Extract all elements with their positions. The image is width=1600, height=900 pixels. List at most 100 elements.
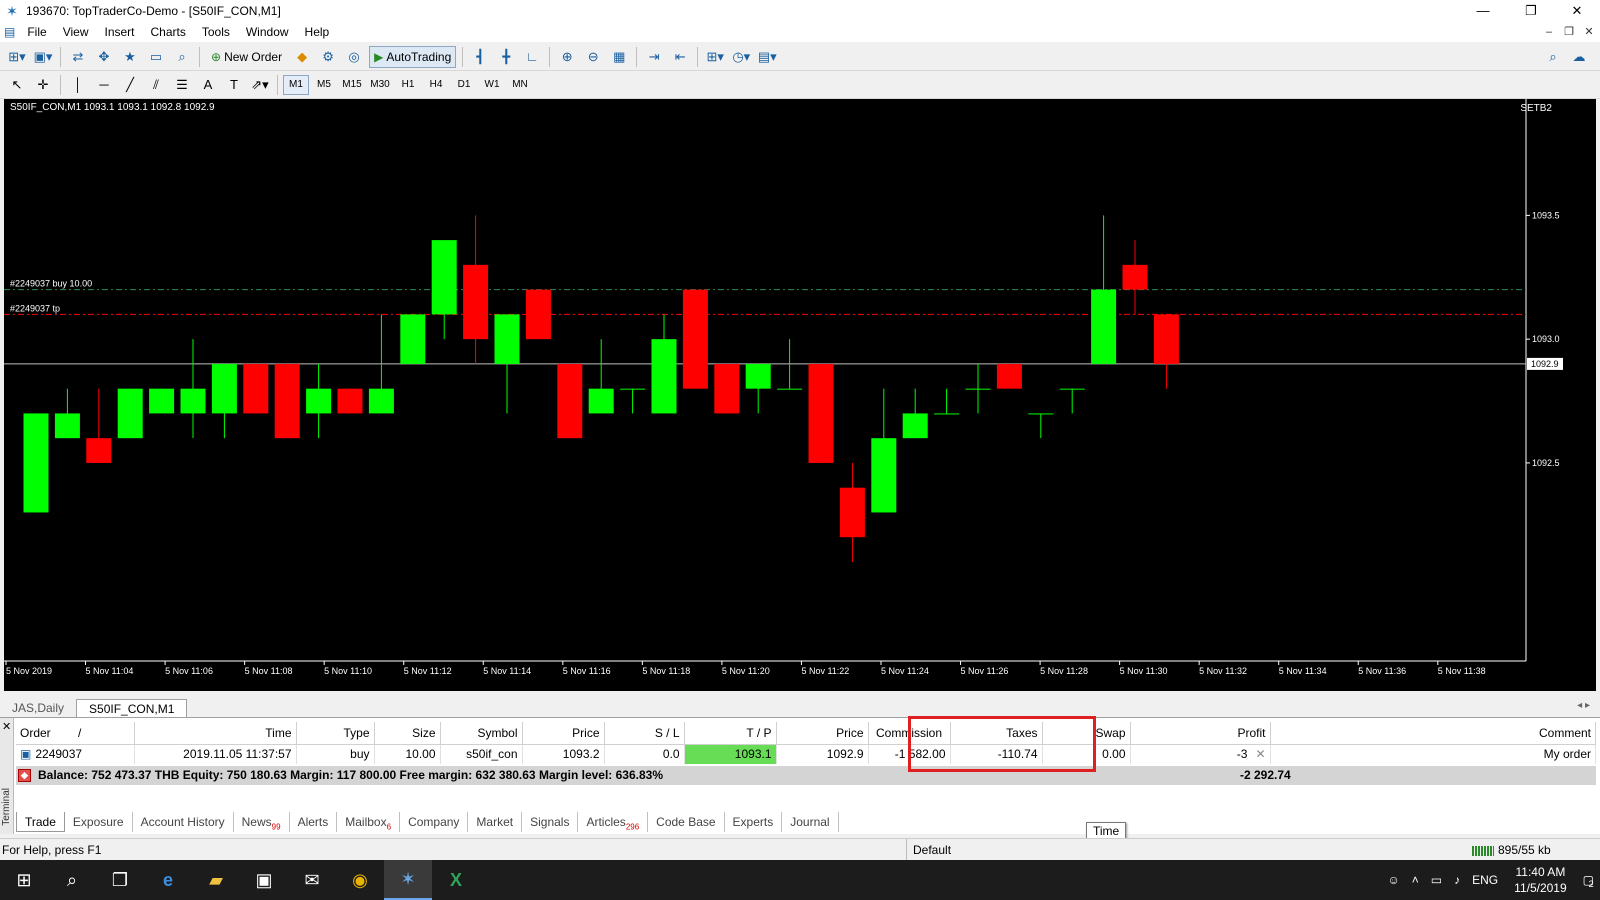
terminal-close-icon[interactable]: ✕ <box>2 720 11 733</box>
close-button[interactable]: ✕ <box>1554 0 1600 22</box>
search-taskbar-icon[interactable]: ⌕ <box>48 860 96 900</box>
profiles-icon[interactable]: ▣▾ <box>32 46 54 68</box>
tab-news[interactable]: News99 <box>234 812 290 832</box>
edge-icon[interactable]: e <box>144 860 192 900</box>
close-order-icon[interactable]: ✕ <box>1255 747 1265 761</box>
menu-view[interactable]: View <box>55 22 97 42</box>
col-sort[interactable]: / <box>74 722 135 745</box>
order-row[interactable]: ▣ 2249037 2019.11.05 11:37:57 buy 10.00 s… <box>16 744 1596 764</box>
price-chart[interactable]: 1093.5 1093.0 1092.5 5 Nov 2019 5 Nov 11:04 5… <box>4 99 1596 691</box>
signals-icon[interactable]: ◎ <box>343 46 365 68</box>
timeframe-m30[interactable]: M30 <box>367 75 393 95</box>
new-chart-icon[interactable]: ⊞▾ <box>6 46 28 68</box>
tab-signals[interactable]: Signals <box>522 812 579 832</box>
tab-account-history[interactable]: Account History <box>133 812 234 832</box>
chat-icon[interactable]: ☁ <box>1568 46 1590 68</box>
menu-file[interactable]: File <box>19 22 54 42</box>
search-icon[interactable]: ⌕ <box>1542 46 1564 68</box>
zoom-in-icon[interactable]: ⊕ <box>556 46 578 68</box>
tab-scroll-arrows[interactable]: ◂ ▸ <box>1577 700 1590 711</box>
col-price[interactable]: Price <box>522 722 605 745</box>
col-size[interactable]: Size <box>374 722 441 745</box>
minimize-button[interactable]: — <box>1460 0 1506 22</box>
timeframe-mn[interactable]: MN <box>507 75 533 95</box>
notification-icon[interactable]: ▢ 2 <box>1577 873 1600 889</box>
menu-help[interactable]: Help <box>297 22 338 42</box>
task-view-icon[interactable]: ❐ <box>96 860 144 900</box>
options-icon[interactable]: ⚙ <box>317 46 339 68</box>
candlestick-icon[interactable]: ╋ <box>495 46 517 68</box>
tab-experts[interactable]: Experts <box>725 812 783 832</box>
text-icon[interactable]: A <box>197 74 219 96</box>
timeframe-m5[interactable]: M5 <box>311 75 337 95</box>
auto-scroll-icon[interactable]: ⇥ <box>643 46 665 68</box>
col-tp[interactable]: T / P <box>684 722 777 745</box>
tab-code-base[interactable]: Code Base <box>648 812 725 832</box>
col-time[interactable]: Time <box>134 722 297 745</box>
tray-expand-icon[interactable]: ˄ <box>1406 873 1425 887</box>
tab-articles[interactable]: Articles296 <box>578 812 649 832</box>
line-chart-icon[interactable]: ∟ <box>521 46 543 68</box>
data-window-icon[interactable]: ✥ <box>93 46 115 68</box>
chart-tab-jas-daily[interactable]: JAS,Daily <box>0 699 76 717</box>
tab-exposure[interactable]: Exposure <box>65 812 133 832</box>
menu-insert[interactable]: Insert <box>96 22 142 42</box>
language-indicator[interactable]: ENG <box>1466 873 1504 887</box>
timeframe-h1[interactable]: H1 <box>395 75 421 95</box>
new-order-button[interactable]: ⊕ New Order <box>206 46 287 68</box>
volume-icon[interactable]: ♪ <box>1448 873 1466 887</box>
mdi-restore-button[interactable]: ❐ <box>1558 22 1580 42</box>
store-icon[interactable]: ▣ <box>240 860 288 900</box>
terminal-icon[interactable]: ▭ <box>145 46 167 68</box>
mail-icon[interactable]: ✉ <box>288 860 336 900</box>
cursor-icon[interactable]: ↖ <box>6 74 28 96</box>
market-watch-icon[interactable]: ⇄ <box>67 46 89 68</box>
restore-button[interactable]: ❐ <box>1508 0 1554 22</box>
clock[interactable]: 11:40 AM 11/5/2019 <box>1504 864 1577 896</box>
bar-chart-icon[interactable]: ┫ <box>469 46 491 68</box>
mdi-close-button[interactable]: ✕ <box>1578 22 1600 42</box>
menu-window[interactable]: Window <box>238 22 297 42</box>
autotrading-button[interactable]: ▶ AutoTrading <box>369 45 457 68</box>
menu-charts[interactable]: Charts <box>143 22 194 42</box>
tab-company[interactable]: Company <box>400 812 469 832</box>
status-profile[interactable]: Default <box>906 839 951 861</box>
navigator-icon[interactable]: ★ <box>119 46 141 68</box>
menu-tools[interactable]: Tools <box>194 22 238 42</box>
channel-icon[interactable]: ⫽ <box>145 74 167 96</box>
tab-alerts[interactable]: Alerts <box>290 812 338 832</box>
file-explorer-icon[interactable]: ▰ <box>192 860 240 900</box>
timeframe-d1[interactable]: D1 <box>451 75 477 95</box>
crosshair-icon[interactable]: ✛ <box>32 74 54 96</box>
tab-journal[interactable]: Journal <box>782 812 839 832</box>
document-icon[interactable]: ▤ <box>0 22 19 42</box>
chrome-icon[interactable]: ◉ <box>336 860 384 900</box>
chart-tab-s50if[interactable]: S50IF_CON,M1 <box>76 699 188 717</box>
chart-shift-icon[interactable]: ⇤ <box>669 46 691 68</box>
trendline-icon[interactable]: ╱ <box>119 74 141 96</box>
indicators-icon[interactable]: ⊞▾ <box>704 46 726 68</box>
col-current-price[interactable]: Price <box>776 722 869 745</box>
strategy-tester-icon[interactable]: ⌕ <box>171 46 193 68</box>
tab-market[interactable]: Market <box>468 812 523 832</box>
vertical-line-icon[interactable]: │ <box>67 74 89 96</box>
col-order[interactable]: Order <box>16 722 74 745</box>
periods-icon[interactable]: ◷▾ <box>730 46 752 68</box>
people-icon[interactable]: ☺ <box>1382 873 1406 887</box>
zoom-out-icon[interactable]: ⊖ <box>582 46 604 68</box>
col-comment[interactable]: Comment <box>1270 722 1596 745</box>
start-icon[interactable]: ⊞ <box>0 860 48 900</box>
metaeditor-icon[interactable]: ◆ <box>291 46 313 68</box>
metatrader-icon[interactable]: ✶ <box>384 860 432 900</box>
tile-windows-icon[interactable]: ▦ <box>608 46 630 68</box>
col-symbol[interactable]: Symbol <box>440 722 523 745</box>
text-label-icon[interactable]: T <box>223 74 245 96</box>
timeframe-h4[interactable]: H4 <box>423 75 449 95</box>
timeframe-m1[interactable]: M1 <box>283 74 309 95</box>
tab-mailbox[interactable]: Mailbox6 <box>337 812 401 832</box>
templates-icon[interactable]: ▤▾ <box>756 46 778 68</box>
arrows-icon[interactable]: ⇗▾ <box>249 74 271 96</box>
network-icon[interactable]: ▭ <box>1425 873 1448 887</box>
excel-icon[interactable]: X <box>432 860 480 900</box>
timeframe-w1[interactable]: W1 <box>479 75 505 95</box>
